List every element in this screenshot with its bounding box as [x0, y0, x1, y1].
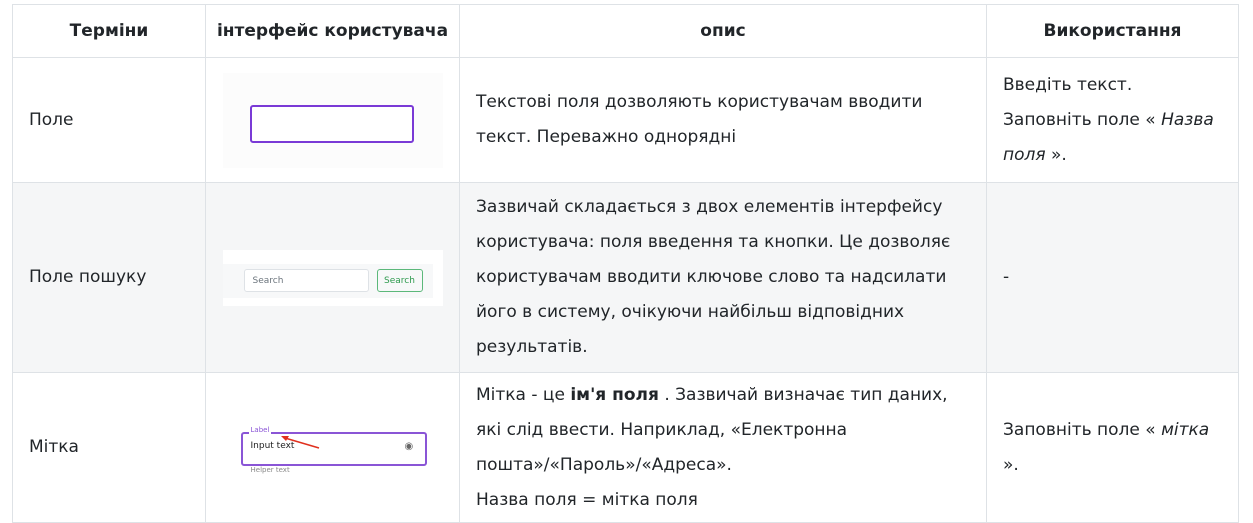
table-row: Мітка Label Input text ◉ Helper text Міт… [12, 372, 1239, 523]
label-example: Label Input text ◉ Helper text [223, 378, 443, 518]
search-button: Search [376, 268, 423, 292]
ui-cell [205, 57, 460, 183]
usage-prefix: Заповніть поле « [1003, 419, 1162, 440]
usage-cell: Заповніть поле « мітка ». [986, 372, 1239, 523]
arrow-icon [280, 435, 319, 449]
usage-cell: - [986, 182, 1239, 373]
description-cell: Мітка - це ім'я поля . Зазвичай визначає… [459, 372, 987, 523]
usage-suffix: ». [1045, 144, 1067, 165]
term-cell: Мітка [12, 372, 206, 523]
usage-suffix: ». [1003, 454, 1019, 475]
description-text: Мітка - це ім'я поля . Зазвичай визначає… [476, 378, 970, 483]
description-cell: Зазвичай складається з двох елементів ін… [459, 182, 987, 373]
header-terms: Терміни [12, 4, 206, 58]
usage-italic: мітка [1161, 419, 1210, 440]
header-description: опис [459, 4, 987, 58]
terms-table: Терміни інтерфейс користувача опис Викор… [12, 4, 1239, 523]
ui-cell: Search Search [205, 182, 460, 373]
term-cell: Поле [12, 57, 206, 183]
search-input: Search [243, 268, 369, 292]
desc-pre: Мітка - це [476, 384, 571, 405]
ui-cell: Label Input text ◉ Helper text [205, 372, 460, 523]
table-row: Поле пошуку Search Search Зазвичай склад… [12, 182, 1239, 373]
search-example: Search Search [222, 249, 443, 306]
usage-line: Введіть текст. [1003, 74, 1133, 95]
text-field-example [222, 72, 443, 168]
text-field-box [249, 104, 414, 143]
usage-line: Заповніть поле « Назва поля ». [1003, 103, 1222, 173]
header-ui: інтерфейс користувача [205, 4, 460, 58]
description-cell: Текстові поля дозволяють користувачам вв… [459, 57, 987, 183]
usage-cell: Введіть текст. Заповніть поле « Назва по… [986, 57, 1239, 183]
header-usage: Використання [986, 4, 1239, 58]
desc-bold: ім'я поля [570, 384, 659, 405]
usage-prefix: Заповніть поле « [1003, 109, 1162, 130]
term-cell: Поле пошуку [12, 182, 206, 373]
table-header: Терміни інтерфейс користувача опис Викор… [12, 4, 1239, 58]
table-row: Поле Текстові поля дозволяють користувач… [12, 57, 1239, 183]
description-line2: Назва поля = мітка поля [476, 489, 698, 510]
